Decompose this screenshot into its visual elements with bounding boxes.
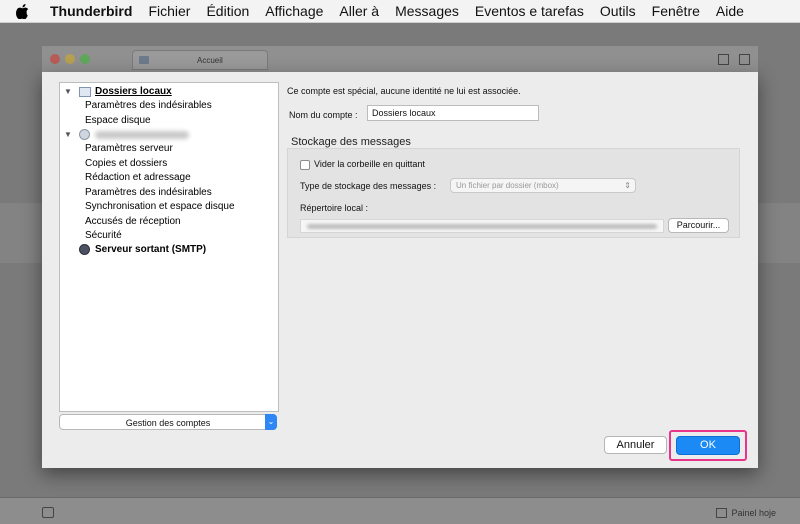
menu-bar: Thunderbird Fichier Édition Affichage Al… [0,0,800,23]
today-pane-label: Painel hoje [731,508,776,518]
local-directory-field[interactable] [300,219,664,233]
tree-item-email-account[interactable]: ▼ [60,128,278,142]
browse-button[interactable]: Parcourir... [668,218,729,233]
tree-label: Espace disque [85,115,151,126]
account-name-input[interactable]: Dossiers locaux [367,105,539,121]
close-window-icon[interactable] [50,54,60,64]
menu-go[interactable]: Aller à [331,0,387,22]
menu-messages[interactable]: Messages [387,0,467,22]
account-tree[interactable]: ▼ Dossiers locaux Paramètres des indésir… [59,82,279,412]
background-titlebar: Accueil [42,46,758,73]
storage-type-value: Un fichier par dossier (mbox) [456,181,559,190]
empty-trash-label[interactable]: Vider la corbeille en quittant [314,159,425,169]
tree-label: Rédaction et adressage [85,172,191,183]
menu-edit[interactable]: Édition [198,0,257,22]
tree-label-local-folders: Dossiers locaux [95,86,172,97]
redacted-account-name [95,131,189,139]
tab-home-label: Accueil [197,56,223,65]
zoom-window-icon[interactable] [80,54,90,64]
download-icon[interactable] [718,54,729,65]
up-down-arrows-icon: ⇕ [624,181,631,190]
message-storage-heading: Stockage des messages [291,136,411,148]
menu-help[interactable]: Aide [708,0,752,22]
minimize-window-icon[interactable] [65,54,75,64]
storage-type-select: Un fichier par dossier (mbox) ⇕ [450,178,636,193]
cancel-button[interactable]: Annuler [604,436,667,454]
disclosure-triangle-icon[interactable]: ▼ [64,85,72,99]
task-icon[interactable] [739,54,750,65]
tree-label: Paramètres des indésirables [85,100,212,111]
account-icon [79,129,90,140]
tree-label: Accusés de réception [85,216,181,227]
apple-icon[interactable] [16,3,30,19]
tab-home[interactable]: Accueil [132,50,268,70]
tree-label-smtp: Serveur sortant (SMTP) [95,244,207,255]
message-storage-group: Vider la corbeille en quittant Type de s… [287,148,740,238]
disclosure-triangle-icon[interactable]: ▼ [64,128,72,142]
background-status-bar: Painel hoje [0,497,800,524]
tree-item-local-folders[interactable]: ▼ Dossiers locaux [60,85,278,99]
menu-tools[interactable]: Outils [592,0,644,22]
local-folders-icon [79,87,91,97]
calendar-icon [716,508,728,518]
connection-icon [42,507,54,518]
menu-events-tasks[interactable]: Eventos e tarefas [467,0,592,22]
tree-label: Paramètres serveur [85,143,173,154]
today-pane-toggle[interactable]: Painel hoje [716,508,776,518]
account-actions-dropdown[interactable]: Gestion des comptes ⌄ [59,414,277,430]
account-actions-label: Gestion des comptes [125,418,211,428]
tree-label: Copies et dossiers [85,158,168,169]
tree-label: Paramètres des indésirables [85,187,212,198]
account-settings-dialog: ▼ Dossiers locaux Paramètres des indésir… [42,72,758,468]
chevron-down-icon: ⌄ [265,414,277,430]
tree-item-smtp[interactable]: Serveur sortant (SMTP) [60,243,278,257]
account-name-label: Nom du compte : [289,110,358,120]
local-directory-label: Répertoire local : [300,203,369,213]
account-settings-pane: Ce compte est spécial, aucune identité n… [287,82,747,412]
tree-label: Sécurité [85,230,122,241]
folder-icon [139,56,149,64]
outgoing-server-icon [79,244,90,255]
menu-app-name[interactable]: Thunderbird [42,0,140,22]
special-account-note: Ce compte est spécial, aucune identité n… [287,86,521,96]
menu-file[interactable]: Fichier [140,0,198,22]
menu-view[interactable]: Affichage [257,0,331,22]
menu-window[interactable]: Fenêtre [644,0,708,22]
storage-type-label: Type de stockage des messages : [300,181,437,191]
redacted-directory-path [307,224,657,229]
ok-button[interactable]: OK [676,436,740,455]
tree-label: Synchronisation et espace disque [85,201,235,212]
empty-trash-checkbox[interactable] [300,160,310,170]
